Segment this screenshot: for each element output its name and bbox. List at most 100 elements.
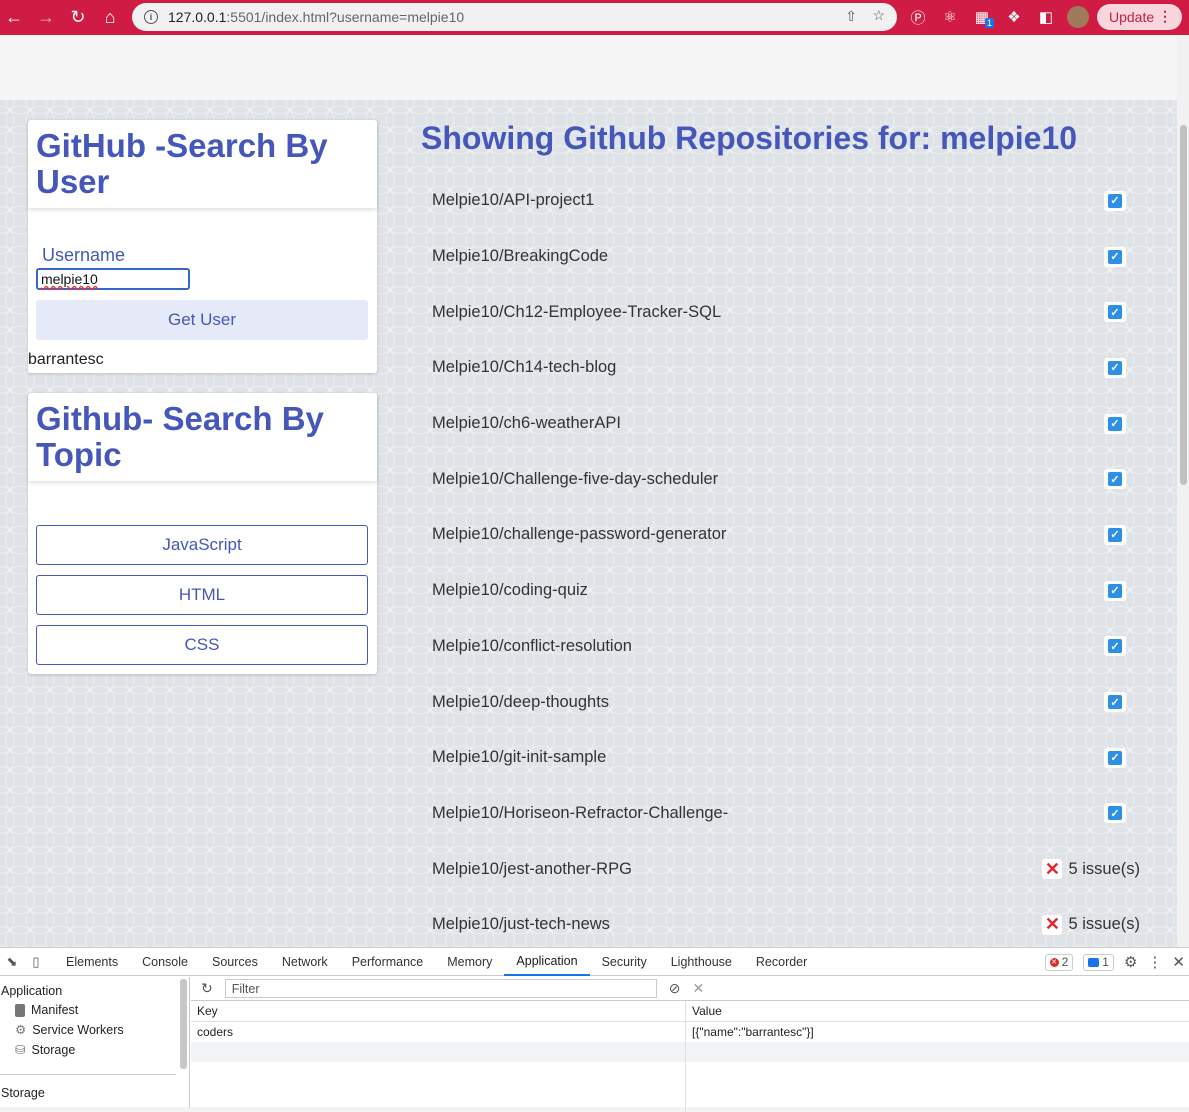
check-icon: ✓ [1104,524,1126,545]
error-count-badge[interactable]: ✕ 2 [1044,953,1074,971]
value-column-header[interactable]: Value [686,1001,722,1021]
repo-row[interactable]: Melpie10/coding-quiz ✓ [422,563,1140,619]
repo-row[interactable]: Melpie10/API-project1 ✓ [422,173,1140,229]
repo-name[interactable]: Melpie10/git-init-sample [432,748,606,767]
repo-name[interactable]: Melpie10/ch6-weatherAPI [432,414,621,433]
devtools-more-icon[interactable]: ⋮ [1147,953,1162,971]
check-icon: ✓ [1104,302,1126,323]
message-icon [1088,957,1100,967]
site-info-icon[interactable]: i [144,10,158,24]
delete-selected-icon[interactable]: ✕ [692,980,704,997]
username-label: Username [42,245,126,265]
sidebar-item-manifest[interactable]: Manifest [0,998,189,1017]
tab-application[interactable]: Application [504,948,590,976]
issue-count: 5 issue(s) [1068,859,1140,878]
username-value: melpie10 [41,271,98,287]
reload-icon[interactable]: ↻ [64,3,92,31]
repo-name[interactable]: Melpie10/just-tech-news [432,915,610,934]
url-path: :5501/index.html?username=melpie10 [226,9,465,25]
repo-list: Melpie10/API-project1 ✓ Melpie10/BreakingC… [422,173,1140,947]
tab-recorder[interactable]: Recorder [744,948,819,976]
repo-row[interactable]: Melpie10/challenge-password-generator ✓ [422,507,1140,563]
repo-row[interactable]: Melpie10/BreakingCode ✓ [422,229,1140,285]
devtools-panel: ⬊ ▯ Elements Console Sources Network Perform… [0,947,1189,1112]
repo-name[interactable]: Melpie10/coding-quiz [432,581,588,600]
extension-badge-count: 1 [984,18,994,28]
sidebar-item-service-workers[interactable]: ⚙ Service Workers [0,1017,189,1038]
repo-row[interactable]: Melpie10/deep-thoughts ✓ [422,674,1140,730]
message-count: 1 [1102,955,1109,969]
saved-user-item[interactable]: barrantesc [28,351,104,369]
key-column-header[interactable]: Key [191,1001,686,1021]
tab-security[interactable]: Security [590,948,659,976]
update-button[interactable]: Update ⋮ [1097,4,1182,30]
tab-network[interactable]: Network [270,948,340,976]
repo-name[interactable]: Melpie10/jest-another-RPG [432,860,632,879]
clear-all-icon[interactable]: ⊘ [669,980,681,997]
address-bar[interactable]: i 127.0.0.1:5501/index.html?username=mel… [132,3,897,31]
tab-console[interactable]: Console [130,948,200,976]
sidebar-item-storage[interactable]: ⛁ Storage [0,1037,189,1058]
pinterest-icon[interactable]: Ⓟ [906,4,930,30]
profile-avatar[interactable] [1066,4,1090,30]
repo-row[interactable]: Melpie10/Challenge-five-day-scheduler ✓ [422,451,1140,507]
repo-row[interactable]: Melpie10/jest-another-RPG ✕ 5 issue(s) [422,841,1140,897]
error-icon: ✕ [1049,957,1059,967]
repo-name[interactable]: Melpie10/API-project1 [432,191,594,210]
topic-html-button[interactable]: HTML [36,575,368,615]
close-devtools-icon[interactable]: ✕ [1172,953,1185,971]
tab-lighthouse[interactable]: Lighthouse [659,948,744,976]
tab-memory[interactable]: Memory [435,948,504,976]
forward-icon[interactable]: → [32,3,60,31]
repo-name[interactable]: Melpie10/Ch14-tech-blog [432,358,616,377]
username-input[interactable]: melpie10 [36,268,190,290]
home-icon[interactable]: ⌂ [96,3,124,31]
bookmark-star-icon[interactable]: ☆ [872,7,885,24]
settings-gear-icon[interactable]: ⚙ [1124,953,1137,971]
back-icon[interactable]: ← [0,3,28,31]
url-host: 127.0.0.1 [168,9,227,25]
check-icon: ✓ [1104,803,1126,824]
tab-sources[interactable]: Sources [200,948,270,976]
repo-name[interactable]: Melpie10/BreakingCode [432,247,608,266]
repo-name[interactable]: Melpie10/Challenge-five-day-scheduler [432,470,718,489]
tab-elements[interactable]: Elements [54,948,130,976]
extension-badge-icon[interactable]: ▦ 1 [970,4,994,30]
sidebar-scrollbar[interactable] [180,979,187,1069]
repo-name[interactable]: Melpie10/Horiseon-Refractor-Challenge- [432,804,728,823]
repo-row[interactable]: Melpie10/git-init-sample ✓ [422,730,1140,786]
share-icon[interactable]: ⇧ [845,8,857,25]
page-scrollbar[interactable] [1177,35,1189,947]
repo-row[interactable]: Melpie10/ch6-weatherAPI ✓ [422,396,1140,452]
table-row[interactable]: coders [{"name":"barrantesc"}] [191,1022,1189,1042]
repo-name[interactable]: Melpie10/Ch12-Employee-Tracker-SQL [432,303,721,322]
get-user-button[interactable]: Get User [36,300,368,340]
file-icon [15,1003,25,1017]
message-count-badge[interactable]: 1 [1083,953,1114,971]
react-devtools-icon[interactable]: ⚛ [938,4,962,30]
tab-performance[interactable]: Performance [340,948,436,976]
filter-input[interactable]: Filter [224,979,657,998]
repo-row[interactable]: Melpie10/Horiseon-Refractor-Challenge- ✓ [422,786,1140,842]
check-icon: ✓ [1104,692,1126,713]
inspect-element-icon[interactable]: ⬊ [0,948,24,976]
topic-javascript-button[interactable]: JavaScript [36,525,368,565]
repo-name[interactable]: Melpie10/challenge-password-generator [432,525,726,544]
repo-row[interactable]: Melpie10/just-tech-news ✕ 5 issue(s) [422,897,1140,947]
repo-name[interactable]: Melpie10/conflict-resolution [432,637,632,656]
refresh-icon[interactable]: ↻ [201,980,213,997]
topic-css-button[interactable]: CSS [36,625,368,665]
x-icon: ✕ [1042,914,1063,935]
device-toolbar-icon[interactable]: ▯ [24,948,48,976]
extensions-puzzle-icon[interactable]: ❖ [1002,4,1026,30]
issue-indicator: ✕ 5 issue(s) [1042,859,1140,880]
repo-name[interactable]: Melpie10/deep-thoughts [432,693,609,712]
side-panel-icon[interactable]: ◧ [1034,4,1058,30]
repo-row[interactable]: Melpie10/Ch14-tech-blog ✓ [422,340,1140,396]
scrollbar-thumb[interactable] [1180,125,1187,485]
check-icon: ✓ [1104,580,1126,601]
check-icon: ✓ [1104,246,1126,267]
repo-row[interactable]: Melpie10/Ch12-Employee-Tracker-SQL ✓ [422,284,1140,340]
more-menu-icon[interactable]: ⋮ [1158,8,1172,25]
repo-row[interactable]: Melpie10/conflict-resolution ✓ [422,619,1140,675]
